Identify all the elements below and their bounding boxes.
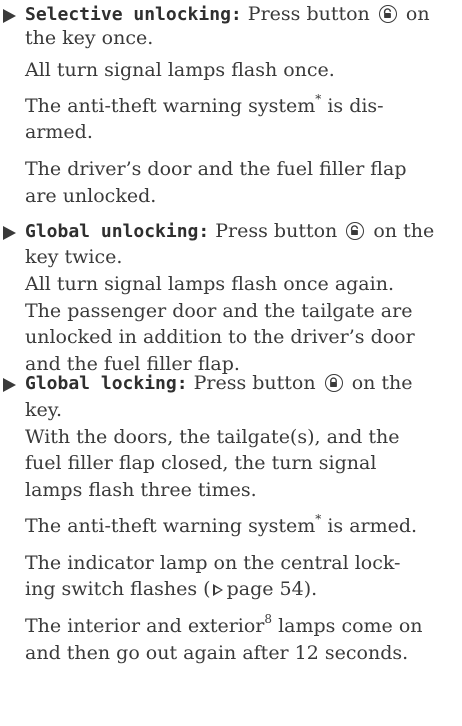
unlock-key-icon — [378, 5, 397, 23]
result-line: The interior and exterior8 lamps come on — [25, 611, 423, 638]
bullet-arrow-icon — [3, 226, 16, 240]
result-line: unlocked in addition to the driver’s doo… — [25, 326, 415, 348]
result-text: is armed. — [321, 515, 418, 537]
result-text: The anti-theft warning system — [25, 95, 316, 117]
instruction-line: Selective unlocking: Press button on — [25, 2, 430, 26]
footnote-number: 8 — [264, 611, 273, 626]
result-text: The interior and exterior — [25, 615, 265, 637]
instruction-title: Global unlocking: — [25, 221, 210, 242]
result-line: The passenger door and the tailgate are — [25, 300, 413, 322]
result-text: ing switch flashes ( — [25, 578, 211, 600]
result-line: The anti-theft warning system* is dis- — [25, 91, 384, 118]
instruction-title: Global locking: — [25, 373, 188, 394]
result-text: The anti-theft warning system — [25, 515, 316, 537]
bullet-arrow-icon — [3, 9, 16, 23]
instruction-text: on the — [345, 372, 413, 394]
bullet-arrow-icon — [3, 378, 16, 392]
result-line: The driver’s door and the fuel filler fl… — [25, 158, 407, 180]
instruction-line: Global locking: Press button on the — [25, 371, 413, 395]
result-text: is dis- — [321, 95, 384, 117]
instruction-line: Global unlocking: Press button on the — [25, 219, 434, 243]
instruction-line: key. — [25, 399, 63, 421]
instruction-text: on the — [367, 220, 435, 242]
result-text: lamps come on — [272, 615, 423, 637]
footnote-star: * — [315, 511, 322, 526]
instruction-text: Press button — [209, 220, 338, 242]
page-reference-arrow-icon — [212, 584, 223, 596]
lock-key-icon — [324, 374, 343, 392]
instruction-line: key twice. — [25, 246, 123, 268]
manual-page: Selective unlocking: Press button on the… — [0, 0, 462, 726]
result-line: All turn signal lamps flash once. — [25, 59, 335, 81]
result-line: With the doors, the tailgate(s), and the — [25, 426, 400, 448]
instruction-line: the key once. — [25, 27, 154, 49]
result-line: are unlocked. — [25, 185, 157, 207]
page-reference-link[interactable]: page 54 — [227, 578, 304, 600]
footnote-star: * — [315, 91, 322, 106]
instruction-text: on — [399, 3, 430, 25]
instruction-text: Press button — [187, 372, 316, 394]
result-line: The indicator lamp on the central lock- — [25, 552, 401, 574]
result-line: lamps flash three times. — [25, 479, 257, 501]
instruction-title: Selective unlocking: — [25, 4, 242, 25]
unlock-key-icon — [346, 222, 365, 240]
result-line: The anti-theft warning system* is armed. — [25, 511, 418, 538]
result-line: All turn signal lamps flash once again. — [25, 273, 394, 295]
result-line: armed. — [25, 121, 93, 143]
result-line: ing switch flashes ( page 54). — [25, 577, 317, 601]
result-line: and then go out again after 12 seconds. — [25, 642, 409, 664]
result-line: fuel filler flap closed, the turn signal — [25, 452, 377, 474]
instruction-text: Press button — [241, 3, 370, 25]
result-text: ). — [303, 578, 318, 600]
